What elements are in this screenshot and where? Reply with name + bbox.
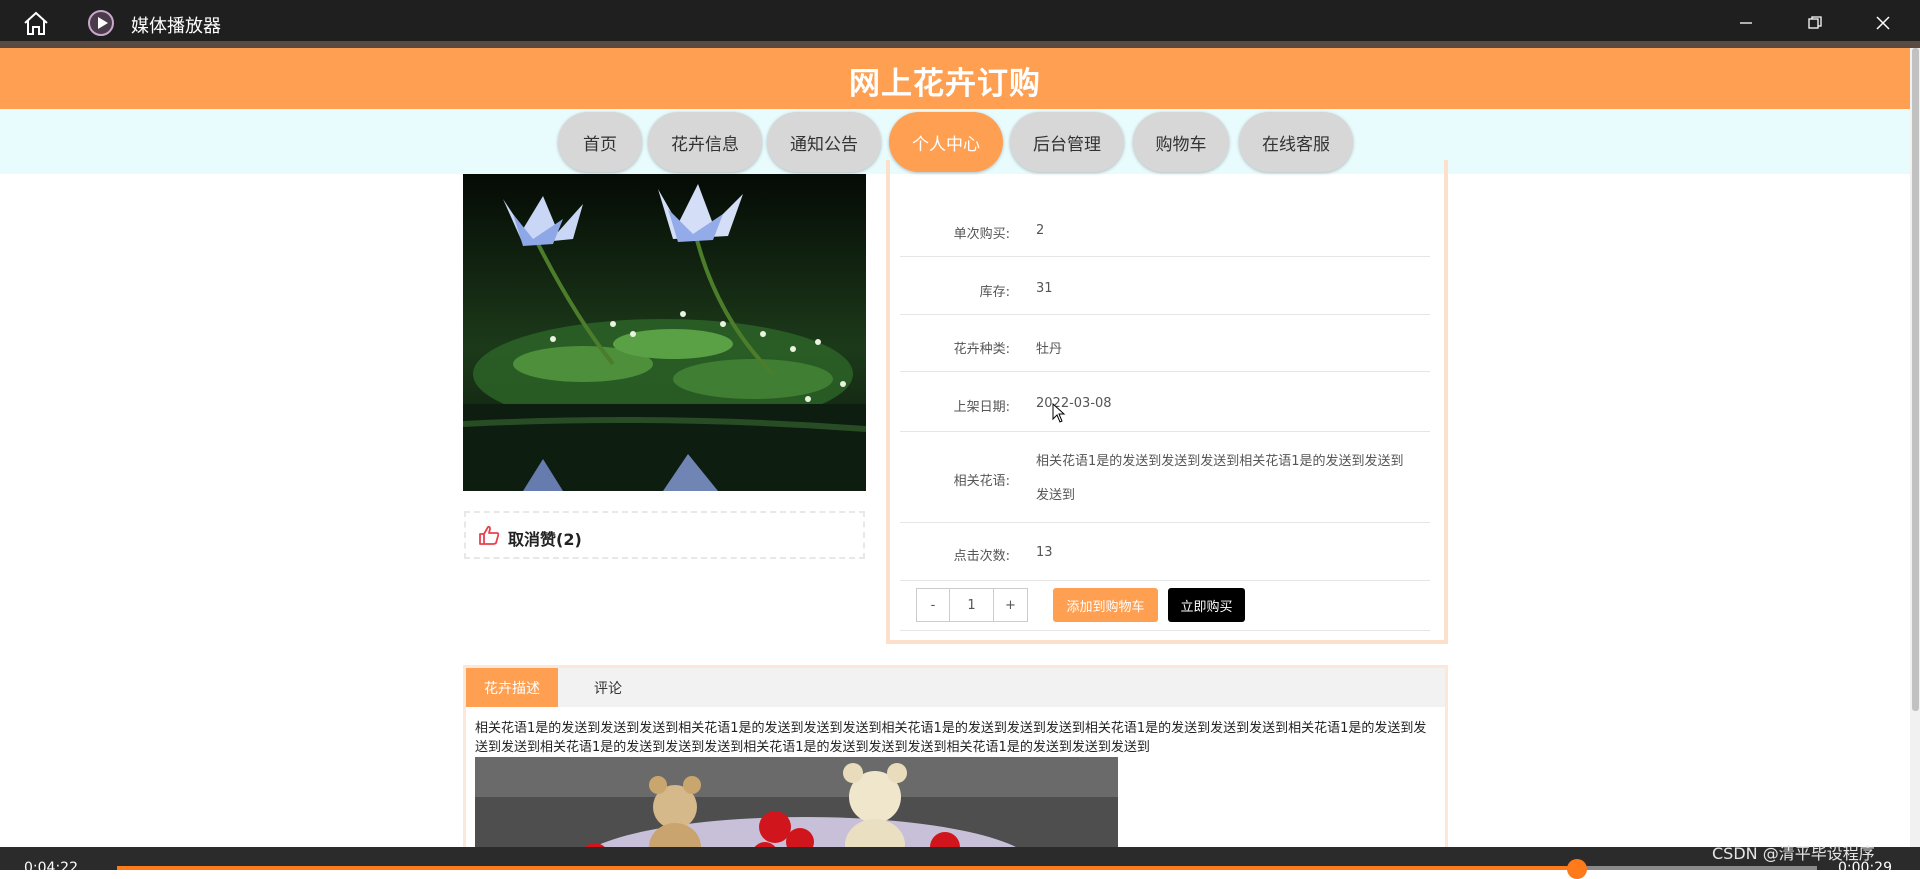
tab-description[interactable]: 花卉描述 <box>466 668 558 707</box>
info-value: 2022-03-08 <box>1036 396 1112 411</box>
info-label: 库存: <box>979 285 1010 300</box>
info-row-purchase-limit: 单次购买: 2 <box>900 206 1430 257</box>
product-description: 相关花语1是的发送到发送到发送到相关花语1是的发送到发送到发送到相关花语1是的发… <box>475 721 1427 755</box>
minimize-button[interactable] <box>1716 0 1776 46</box>
info-row-flower-language: 相关花语: 相关花语1是的发送到发送到发送到相关花语1是的发送到发送到发送到 <box>900 436 1430 523</box>
unlike-button[interactable]: 取消赞(2) <box>464 511 865 559</box>
add-to-cart-button[interactable]: 添加到购物车 <box>1053 588 1158 622</box>
elapsed-time: 0:04:22 <box>24 860 78 876</box>
restore-button[interactable] <box>1785 0 1845 46</box>
quantity-input[interactable]: 1 <box>950 588 993 622</box>
watermark: CSDN @清平毕设程序 <box>1712 844 1875 863</box>
site-title: 网上花卉订购 <box>849 66 1041 102</box>
restore-icon <box>1808 16 1822 29</box>
info-row-listing-date: 上架日期: 2022-03-08 <box>900 378 1430 432</box>
seek-bar-progress <box>117 866 1577 870</box>
mouse-cursor-icon <box>1052 403 1066 423</box>
quantity-increment-button[interactable]: + <box>993 588 1028 622</box>
info-label: 上架日期: <box>953 400 1010 415</box>
nav-item-notices[interactable]: 通知公告 <box>767 112 881 172</box>
info-label: 相关花语: <box>953 474 1010 489</box>
media-player-app-icon <box>88 10 114 36</box>
seek-bar-handle[interactable] <box>1567 859 1587 879</box>
minimize-icon <box>1740 22 1752 24</box>
info-label: 单次购买: <box>953 227 1010 242</box>
info-row-click-count: 点击次数: 13 <box>900 529 1430 581</box>
window-titlebar: 媒体播放器 <box>0 0 1920 46</box>
info-value: 13 <box>1036 545 1053 560</box>
info-label: 花卉种类: <box>953 342 1010 357</box>
page-scrollbar-thumb[interactable] <box>1912 48 1919 711</box>
info-label: 点击次数: <box>953 549 1010 564</box>
info-value: 31 <box>1036 281 1053 296</box>
info-row-category: 花卉种类: 牡丹 <box>900 321 1430 372</box>
info-value: 相关花语1是的发送到发送到发送到相关花语1是的发送到发送到发送到 <box>1036 454 1404 503</box>
close-icon <box>1876 16 1890 30</box>
info-value: 牡丹 <box>1036 342 1063 357</box>
buy-now-button[interactable]: 立即购买 <box>1168 588 1245 622</box>
info-row-stock: 库存: 31 <box>900 264 1430 315</box>
titlebar-shadow <box>0 41 1920 48</box>
unlike-label: 取消赞(2) <box>508 530 582 549</box>
tab-comments[interactable]: 评论 <box>568 668 648 707</box>
info-value: 2 <box>1036 223 1045 238</box>
nav-item-home[interactable]: 首页 <box>558 112 642 172</box>
site-header: 网上花卉订购 <box>0 48 1910 109</box>
window-title: 媒体播放器 <box>131 16 221 37</box>
quantity-decrement-button[interactable]: - <box>916 588 950 622</box>
nav-item-flowers[interactable]: 花卉信息 <box>648 112 762 172</box>
thumbs-up-icon <box>479 525 500 545</box>
home-icon[interactable] <box>22 10 50 36</box>
close-button[interactable] <box>1853 0 1913 46</box>
product-image <box>463 174 866 491</box>
